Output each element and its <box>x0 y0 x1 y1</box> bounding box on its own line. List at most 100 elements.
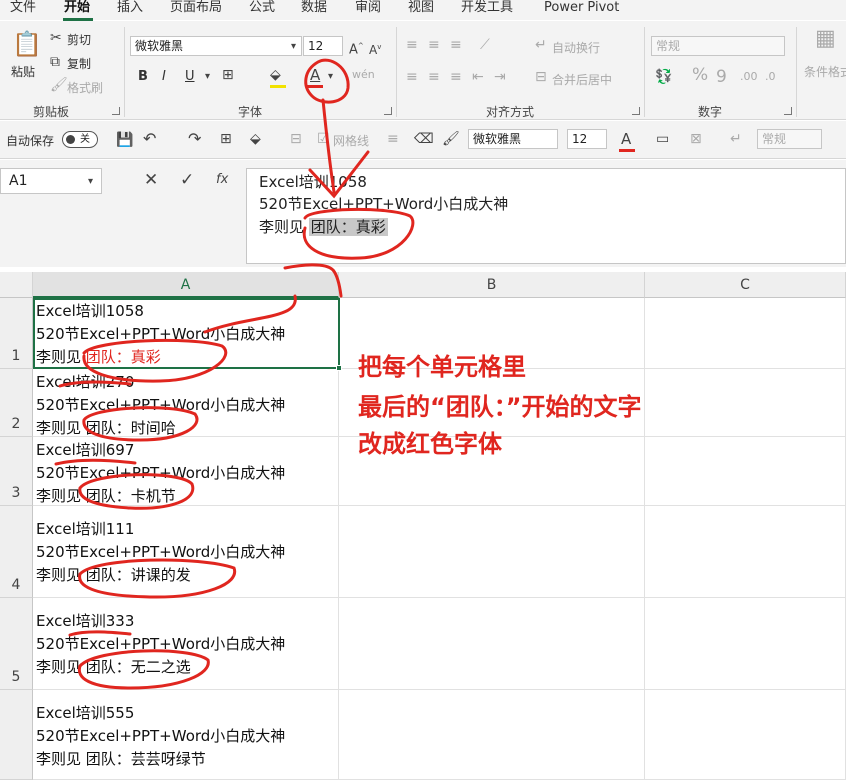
format-painter-button[interactable]: 格式刷 <box>67 79 103 96</box>
qat-font-size-box[interactable]: 12 <box>567 129 607 149</box>
column-header-a[interactable]: A <box>33 272 339 298</box>
copy-icon[interactable]: ⧉ <box>50 54 60 70</box>
formula-input[interactable]: Excel培训1058 520节Excel+PPT+Word小白成大神 李则见 … <box>246 168 846 264</box>
chevron-down-icon[interactable]: ▾ <box>291 39 296 55</box>
font-name-box[interactable]: 微软雅黑 <box>130 36 302 56</box>
font-launcher-icon[interactable] <box>384 107 392 115</box>
decrease-indent-icon[interactable]: ⇤ <box>472 69 484 85</box>
menu-home[interactable]: 开始 <box>64 0 90 16</box>
copy-button[interactable]: 复制 <box>67 55 91 72</box>
percent-icon[interactable]: % <box>692 67 708 84</box>
grow-font-icon[interactable]: A^ <box>349 38 364 58</box>
cell-b5[interactable] <box>339 598 645 690</box>
cell-c6[interactable] <box>645 690 846 780</box>
wrap-text-button[interactable]: 自动换行 <box>552 39 600 56</box>
align-center-icon[interactable]: ≡ <box>428 69 440 85</box>
bold-button[interactable]: B <box>138 69 148 84</box>
align-middle-icon[interactable]: ≡ <box>428 37 440 53</box>
number-format-box[interactable]: 常规 <box>651 36 785 56</box>
row-header[interactable]: 1 <box>0 298 33 369</box>
menu-review[interactable]: 审阅 <box>355 0 381 16</box>
menu-file[interactable]: 文件 <box>10 0 36 16</box>
enter-icon[interactable]: ✓ <box>180 172 194 189</box>
save-icon[interactable]: 💾 <box>116 132 133 148</box>
cell-b4[interactable] <box>339 506 645 598</box>
autosave-toggle[interactable]: 关 <box>62 131 98 148</box>
font-size-box[interactable]: 12 <box>303 36 343 56</box>
chevron-down-icon[interactable]: ▾ <box>88 174 93 190</box>
align-right-icon[interactable]: ≡ <box>450 69 462 85</box>
wrap-text-icon[interactable]: ↵ <box>535 37 547 53</box>
qat-font-name-box[interactable]: 微软雅黑 <box>468 129 558 149</box>
name-box[interactable]: A1 <box>0 168 102 194</box>
redo-icon[interactable]: ↷ <box>188 131 201 147</box>
cell-c1[interactable] <box>645 298 846 369</box>
currency-icon[interactable]: 💱 <box>655 69 672 85</box>
cell-c2[interactable] <box>645 369 846 437</box>
paste-icon[interactable]: 📋 <box>12 31 42 57</box>
select-all-corner[interactable] <box>0 272 33 298</box>
row-header[interactable]: 5 <box>0 598 33 690</box>
gridlines-checkbox-icon[interactable]: ☑ <box>317 131 330 147</box>
conditional-format-button[interactable]: 条件格式 <box>804 63 846 80</box>
cell-c5[interactable] <box>645 598 846 690</box>
menu-developer[interactable]: 开发工具 <box>461 0 513 16</box>
cut-button[interactable]: 剪切 <box>67 31 91 48</box>
qat-number-format-box[interactable]: 常规 <box>757 129 822 149</box>
merge-icon[interactable]: ⊟ <box>535 69 547 85</box>
align-icon[interactable]: ≡ <box>387 131 399 147</box>
align-left-icon[interactable]: ≡ <box>406 69 418 85</box>
chevron-down-icon[interactable]: ▾ <box>205 69 210 85</box>
format-painter-icon[interactable]: 🖌 <box>442 131 460 147</box>
cancel-icon[interactable]: ✕ <box>144 172 158 189</box>
cell-a5[interactable]: Excel培训333 520节Excel+PPT+Word小白成大神 李则见 团队：… <box>33 598 339 690</box>
underline-button[interactable]: U <box>185 69 195 84</box>
merge-center-button[interactable]: 合并后居中 <box>552 71 612 88</box>
wrap-icon[interactable]: ↵ <box>730 131 742 147</box>
cell-b6[interactable] <box>339 690 645 780</box>
align-bottom-icon[interactable]: ≡ <box>450 37 462 53</box>
decrease-decimal-icon[interactable]: .0 <box>765 69 776 85</box>
clipboard-launcher-icon[interactable] <box>112 107 120 115</box>
menu-insert[interactable]: 插入 <box>117 0 143 16</box>
cell-c3[interactable] <box>645 437 846 506</box>
increase-indent-icon[interactable]: ⇥ <box>494 69 506 85</box>
border-icon[interactable]: ⊞ <box>222 67 234 83</box>
cell-a4[interactable]: Excel培训111 520节Excel+PPT+Word小白成大神 李则见 团队：… <box>33 506 339 598</box>
row-header[interactable] <box>0 690 33 780</box>
fx-icon[interactable]: fx <box>216 172 228 188</box>
undo-icon[interactable]: ↶ <box>143 131 156 147</box>
number-launcher-icon[interactable] <box>784 107 792 115</box>
merge-icon[interactable]: ⊟ <box>290 131 302 147</box>
column-header-c[interactable]: C <box>645 272 846 298</box>
font-color-icon[interactable]: A <box>621 131 631 147</box>
orientation-icon[interactable]: ⟋ <box>480 37 490 53</box>
menu-view[interactable]: 视图 <box>408 0 434 16</box>
conditional-format-icon[interactable]: ▦ <box>815 28 836 50</box>
shrink-font-icon[interactable]: Av <box>369 39 381 58</box>
cell-c4[interactable] <box>645 506 846 598</box>
fill-color-icon[interactable]: ⬙ <box>270 67 281 83</box>
row-header[interactable]: 2 <box>0 369 33 437</box>
chevron-down-icon[interactable]: ▾ <box>328 69 333 85</box>
menu-data[interactable]: 数据 <box>301 0 327 16</box>
menu-page-layout[interactable]: 页面布局 <box>170 0 222 16</box>
align-top-icon[interactable]: ≡ <box>406 37 418 53</box>
row-header[interactable]: 4 <box>0 506 33 598</box>
comment-icon[interactable]: ▭ <box>656 131 669 147</box>
clear-icon[interactable]: ⊠ <box>690 131 702 147</box>
alignment-launcher-icon[interactable] <box>632 107 640 115</box>
cut-icon[interactable]: ✂ <box>50 30 62 46</box>
menu-formulas[interactable]: 公式 <box>249 0 275 16</box>
cell-a3[interactable]: Excel培训697 520节Excel+PPT+Word小白成大神 李则见 团队：… <box>33 437 339 506</box>
fill-handle[interactable] <box>336 365 342 371</box>
border-icon[interactable]: ⊞ <box>220 131 232 147</box>
cell-a6[interactable]: Excel培训555 520节Excel+PPT+Word小白成大神 李则见 团队：… <box>33 690 339 780</box>
brush-icon[interactable]: ⌫ <box>414 131 434 147</box>
paste-button[interactable]: 粘贴 <box>11 63 35 80</box>
fill-color-icon[interactable]: ⬙ <box>250 131 261 147</box>
menu-power-pivot[interactable]: Power Pivot <box>544 0 619 16</box>
format-painter-icon[interactable]: 🖌 <box>50 77 68 93</box>
cell-a2[interactable]: Excel培训270 520节Excel+PPT+Word小白成大神 李则见 团队：… <box>33 369 339 437</box>
row-header[interactable]: 3 <box>0 437 33 506</box>
